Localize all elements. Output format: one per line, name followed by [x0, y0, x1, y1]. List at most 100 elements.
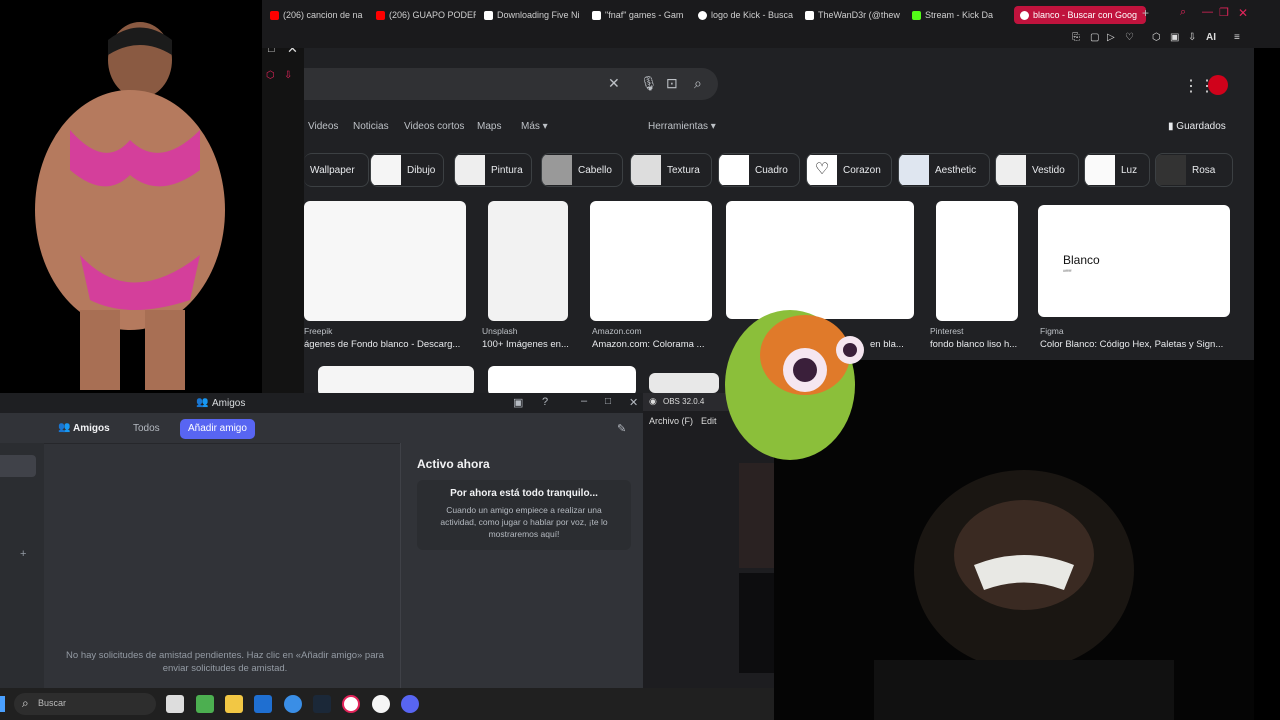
heart-icon[interactable]: ♡: [1125, 32, 1134, 43]
result-image-6[interactable]: Blanco #ffffff: [1038, 205, 1230, 317]
tab-2[interactable]: (206) GUAPO PODER: [376, 6, 476, 24]
google-icon: [698, 10, 707, 20]
maximize-icon[interactable]: ❐: [1219, 6, 1229, 19]
result-caption[interactable]: Amazon.com: Colorama ...: [592, 339, 712, 350]
download-icon[interactable]: ⇩: [1188, 32, 1196, 43]
saved-button[interactable]: ▮ Guardados: [1168, 121, 1226, 132]
inbox-icon[interactable]: ▣: [513, 396, 523, 409]
maximize-icon[interactable]: □: [605, 396, 611, 407]
result-image-1[interactable]: [304, 201, 466, 321]
chip-dibujo[interactable]: Dibujo: [370, 153, 444, 187]
friends-icon: 👥: [58, 422, 71, 433]
tab-5[interactable]: logo de Kick - Busca: [698, 6, 798, 24]
clear-icon[interactable]: ✕: [608, 75, 620, 92]
file-explorer-icon[interactable]: [225, 695, 243, 713]
chip-cuadro[interactable]: Cuadro: [718, 153, 800, 187]
tab-8-active[interactable]: blanco - Buscar con Goog: [1014, 6, 1146, 24]
minecraft-icon[interactable]: [196, 695, 214, 713]
selected-sidebar-item[interactable]: [0, 455, 36, 477]
tab-friends[interactable]: Amigos: [73, 423, 110, 434]
chip-rosa[interactable]: Rosa: [1155, 153, 1233, 187]
wallet-icon[interactable]: ▣: [1170, 32, 1179, 43]
nav-videos[interactable]: Videos: [308, 121, 338, 132]
chip-vestido[interactable]: Vestido: [995, 153, 1079, 187]
tab-label: Stream - Kick Da: [925, 10, 994, 20]
result-caption[interactable]: Color Blanco: Código Hex, Paletas y Sign…: [1040, 339, 1232, 350]
chip-aesthetic[interactable]: Aesthetic: [898, 153, 990, 187]
close-icon[interactable]: ✕: [1238, 6, 1248, 20]
page-scrollbar[interactable]: [1254, 48, 1280, 720]
result-image-9[interactable]: [649, 373, 719, 393]
result-caption[interactable]: 100+ Imágenes en...: [482, 339, 578, 350]
result-image-3[interactable]: [590, 201, 712, 321]
menu-icon[interactable]: ≡: [1234, 32, 1240, 43]
result-source: Freepik: [304, 326, 333, 336]
store-icon[interactable]: [254, 695, 272, 713]
tab-7[interactable]: Stream - Kick Da: [912, 6, 1012, 24]
bookmark-icon[interactable]: ⎘: [1072, 32, 1080, 43]
add-friend-button[interactable]: Añadir amigo: [180, 419, 255, 439]
edge-icon[interactable]: [284, 695, 302, 713]
extension-icon[interactable]: ⬡: [1152, 32, 1161, 43]
tab-4[interactable]: "fnaf" games - Gam: [592, 6, 692, 24]
result-image-7[interactable]: [318, 366, 474, 393]
menu-archivo[interactable]: Archivo (F): [649, 416, 693, 426]
mascot-sticker: [725, 310, 864, 460]
ai-button[interactable]: AI: [1206, 32, 1216, 43]
taskbar-search-placeholder: Buscar: [38, 698, 67, 708]
chip-label: Aesthetic: [935, 164, 977, 176]
help-icon[interactable]: ?: [542, 396, 548, 408]
nav-mas[interactable]: Más ▾: [521, 121, 548, 132]
start-button[interactable]: [0, 696, 5, 712]
add-dm-icon[interactable]: +: [20, 548, 26, 560]
close-icon[interactable]: ✕: [629, 396, 638, 409]
lens-icon[interactable]: ⊡: [666, 75, 678, 92]
minimize-icon[interactable]: –: [581, 395, 587, 407]
result-caption[interactable]: ágenes de Fondo blanco - Descarg...: [304, 339, 484, 350]
chip-textura[interactable]: Textura: [630, 153, 712, 187]
microphone-icon[interactable]: 🎙: [640, 75, 658, 92]
friends-icon: 👥: [196, 397, 209, 408]
tab-6[interactable]: TheWanD3r (@thew: [805, 6, 905, 24]
steam-icon[interactable]: [313, 695, 331, 713]
search-input[interactable]: ✕ 🎙 ⊡ ⌕: [304, 68, 718, 100]
task-view-icon[interactable]: [166, 695, 184, 713]
result-image-2[interactable]: [488, 201, 568, 321]
chip-cabello[interactable]: Cabello: [541, 153, 623, 187]
result-caption[interactable]: fondo blanco liso h...: [930, 339, 1026, 350]
result-image-8[interactable]: [488, 366, 636, 393]
blanco-card-text: Blanco: [1063, 253, 1100, 267]
chip-pintura[interactable]: Pintura: [454, 153, 532, 187]
search-icon[interactable]: ⌕: [694, 75, 702, 92]
result-source: Pinterest: [930, 326, 964, 336]
result-image-5[interactable]: [936, 201, 1018, 321]
obs-icon[interactable]: [372, 695, 390, 713]
google-icon: [1020, 10, 1029, 20]
tab-1[interactable]: (206) cancion de na: [270, 6, 370, 24]
avatar[interactable]: [1208, 75, 1228, 95]
chip-label: Luz: [1121, 164, 1138, 176]
chip-wallpaper[interactable]: Wallpaper: [304, 153, 369, 187]
saved-label: Guardados: [1176, 121, 1226, 132]
tab-3[interactable]: Downloading Five Ni: [484, 6, 584, 24]
discord-icon[interactable]: [401, 695, 419, 713]
nav-maps[interactable]: Maps: [477, 121, 501, 132]
screenshot-icon[interactable]: ▢: [1090, 32, 1099, 43]
opera-icon[interactable]: [342, 695, 360, 713]
chip-corazon[interactable]: ♡ Corazon: [806, 153, 892, 187]
download-icon[interactable]: ⇩: [284, 70, 292, 81]
tab-all[interactable]: Todos: [133, 423, 160, 434]
nav-videos-cortos[interactable]: Videos cortos: [404, 121, 464, 132]
nav-noticias[interactable]: Noticias: [353, 121, 389, 132]
play-icon[interactable]: ▷: [1107, 32, 1115, 43]
search-tabs-icon[interactable]: ⌕: [1180, 6, 1186, 19]
nav-herramientas[interactable]: Herramientas ▾: [648, 121, 716, 132]
tab-label: TheWanD3r (@thew: [818, 10, 900, 20]
tab-label: (206) cancion de na: [283, 10, 363, 20]
extension-icon[interactable]: ⬡: [266, 70, 275, 81]
minimize-icon[interactable]: —: [1202, 6, 1213, 18]
chip-luz[interactable]: Luz: [1084, 153, 1150, 187]
new-tab-icon[interactable]: +: [1142, 6, 1149, 20]
new-group-dm-icon[interactable]: ✎: [617, 422, 626, 435]
taskbar-search[interactable]: ⌕ Buscar: [14, 693, 156, 715]
